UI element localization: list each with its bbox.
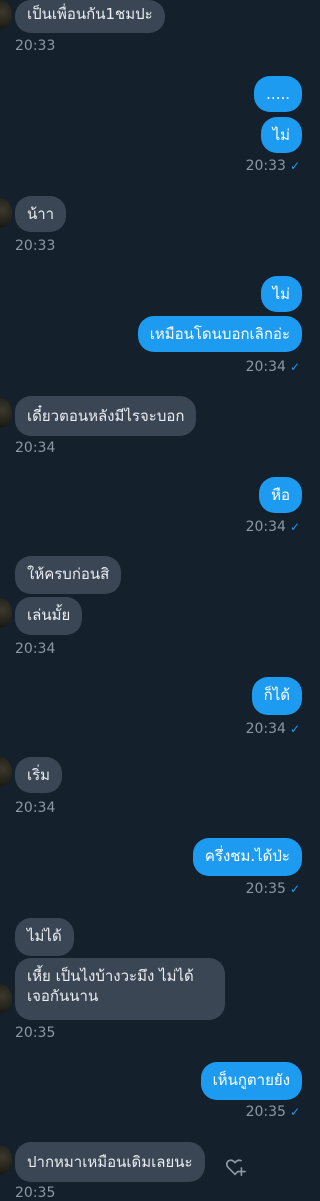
incoming-message[interactable]: เล่นมั้ย — [15, 597, 83, 635]
outgoing-message[interactable]: ไม่ — [260, 276, 302, 312]
avatar[interactable] — [0, 598, 12, 628]
message-timestamp: 20:35 ✓ — [246, 1104, 300, 1120]
outgoing-message[interactable]: ไม่ — [260, 117, 302, 153]
time-text: 20:33 — [245, 158, 286, 174]
message-timestamp: 20:34 — [15, 440, 56, 456]
outgoing-message[interactable]: ก็ได้ — [251, 677, 302, 715]
read-check-icon: ✓ — [289, 1105, 300, 1119]
heart-outline-plus-icon[interactable] — [224, 1156, 246, 1178]
outgoing-message[interactable]: หือ — [259, 477, 302, 513]
message-timestamp: 20:33 — [15, 238, 56, 254]
outgoing-message[interactable]: ..... — [254, 76, 302, 112]
time-text: 20:34 — [245, 721, 286, 737]
message-timestamp: 20:34 ✓ — [246, 359, 300, 375]
message-timestamp: 20:33 ✓ — [246, 158, 300, 174]
avatar[interactable] — [0, 757, 12, 787]
avatar[interactable] — [0, 0, 12, 30]
incoming-message[interactable]: เดี๋ยวตอนหลังมีไรจะบอก — [15, 396, 197, 436]
incoming-message[interactable]: ไม่ได้ — [15, 918, 74, 956]
read-check-icon: ✓ — [289, 882, 300, 896]
message-timestamp: 20:34 — [15, 800, 56, 816]
time-text: 20:35 — [245, 1104, 286, 1120]
avatar[interactable] — [0, 984, 12, 1014]
incoming-message[interactable]: น้าา — [15, 196, 67, 232]
time-text: 20:35 — [245, 881, 286, 897]
read-check-icon: ✓ — [289, 722, 300, 736]
avatar[interactable] — [0, 398, 12, 428]
incoming-message[interactable]: เป็นเพื่อนกัน1ชมปะ — [15, 0, 165, 33]
message-timestamp: 20:34 ✓ — [246, 519, 300, 535]
outgoing-message[interactable]: ครึ่งชม.ได้ป่ะ — [192, 838, 302, 876]
message-timestamp: 20:34 — [15, 641, 56, 657]
message-timestamp: 20:35 — [15, 1025, 56, 1041]
message-timestamp: 20:35 ✓ — [246, 881, 300, 897]
read-check-icon: ✓ — [289, 520, 300, 534]
read-check-icon: ✓ — [289, 159, 300, 173]
message-timestamp: 20:34 ✓ — [246, 721, 300, 737]
time-text: 20:34 — [245, 359, 286, 375]
read-check-icon: ✓ — [289, 360, 300, 374]
avatar[interactable] — [0, 198, 12, 228]
incoming-message[interactable]: ให้ครบก่อนสิ — [15, 556, 122, 594]
message-timestamp: 20:33 — [15, 38, 56, 54]
outgoing-message[interactable]: เหมือนโดนบอกเลิกอ่ะ — [137, 316, 302, 352]
avatar[interactable] — [0, 1145, 12, 1175]
outgoing-message[interactable]: เห็นกูตายยัง — [200, 1062, 302, 1100]
incoming-message[interactable]: เหี้ย เป็นไงบ้างวะมึง ไม่ได้เจอกันนาน — [15, 958, 225, 1020]
incoming-message[interactable]: ปากหมาเหมือนเดิมเลยนะ — [15, 1142, 205, 1182]
message-timestamp: 20:35 — [15, 1185, 56, 1201]
time-text: 20:34 — [245, 519, 286, 535]
incoming-message[interactable]: เริ่ม — [15, 757, 63, 793]
